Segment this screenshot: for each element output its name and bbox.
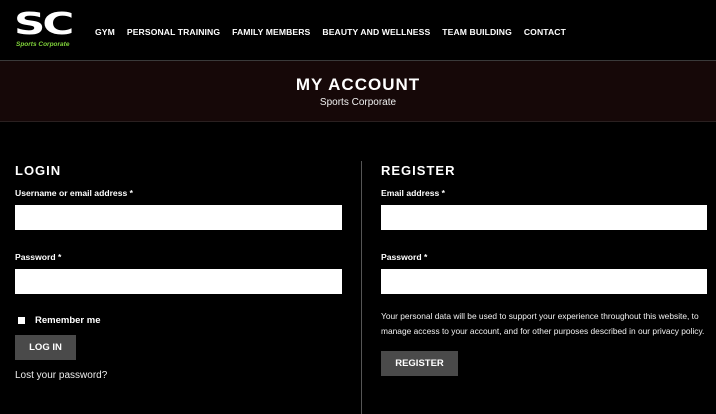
login-password-label: Password * bbox=[15, 252, 342, 262]
required-mark: * bbox=[58, 252, 62, 262]
register-form: REGISTER Email address * Password * Your… bbox=[381, 164, 707, 376]
login-password-label-text: Password bbox=[15, 252, 56, 262]
username-input[interactable] bbox=[15, 205, 342, 230]
nav-item-team-building[interactable]: TEAM BUILDING bbox=[442, 27, 512, 37]
nav-item-gym[interactable]: GYM bbox=[95, 27, 115, 37]
username-label: Username or email address * bbox=[15, 188, 342, 198]
nav-item-contact[interactable]: CONTACT bbox=[524, 27, 566, 37]
register-button[interactable]: REGISTER bbox=[381, 351, 458, 376]
page-title: MY ACCOUNT bbox=[295, 75, 421, 94]
nav-item-beauty-and-wellness[interactable]: BEAUTY AND WELLNESS bbox=[322, 27, 430, 37]
page-subtitle: Sports Corporate bbox=[319, 97, 397, 108]
required-mark: * bbox=[424, 252, 428, 262]
lost-password-link[interactable]: Lost your password? bbox=[15, 370, 342, 381]
page-title-band: MY ACCOUNT Sports Corporate bbox=[0, 61, 716, 122]
login-form: LOGIN Username or email address * Passwo… bbox=[15, 164, 342, 381]
register-password-label-text: Password bbox=[381, 252, 422, 262]
login-heading: LOGIN bbox=[15, 163, 62, 178]
email-label: Email address * bbox=[381, 188, 707, 198]
nav-item-family-members[interactable]: FAMILY MEMBERS bbox=[232, 27, 310, 37]
register-password-input[interactable] bbox=[381, 269, 707, 294]
remember-me-row[interactable]: Remember me bbox=[15, 314, 342, 326]
login-password-input[interactable] bbox=[15, 269, 342, 294]
register-heading: REGISTER bbox=[381, 163, 456, 178]
required-mark: * bbox=[441, 188, 446, 198]
remember-me-checkbox[interactable] bbox=[18, 316, 25, 324]
main-nav: GYM PERSONAL TRAINING FAMILY MEMBERS BEA… bbox=[95, 27, 578, 37]
site-header: SC Sports Corporate GYM PERSONAL TRAININ… bbox=[0, 0, 716, 61]
privacy-notice: Your personal data will be used to suppo… bbox=[381, 311, 705, 336]
logo-tagline: Sports Corporate bbox=[16, 41, 70, 48]
page: SC Sports Corporate GYM PERSONAL TRAININ… bbox=[0, 0, 716, 414]
email-input[interactable] bbox=[381, 205, 707, 230]
remember-me-label: Remember me bbox=[35, 314, 101, 326]
site-logo[interactable]: SC Sports Corporate bbox=[14, 7, 78, 52]
required-mark: * bbox=[129, 188, 134, 198]
login-button[interactable]: LOG IN bbox=[15, 335, 76, 360]
logo-mark: SC bbox=[14, 7, 74, 42]
username-label-text: Username or email address bbox=[15, 188, 128, 198]
nav-item-personal-training[interactable]: PERSONAL TRAINING bbox=[127, 27, 220, 37]
email-label-text: Email address bbox=[381, 188, 440, 198]
register-password-label: Password * bbox=[381, 252, 707, 262]
column-divider bbox=[361, 161, 362, 414]
